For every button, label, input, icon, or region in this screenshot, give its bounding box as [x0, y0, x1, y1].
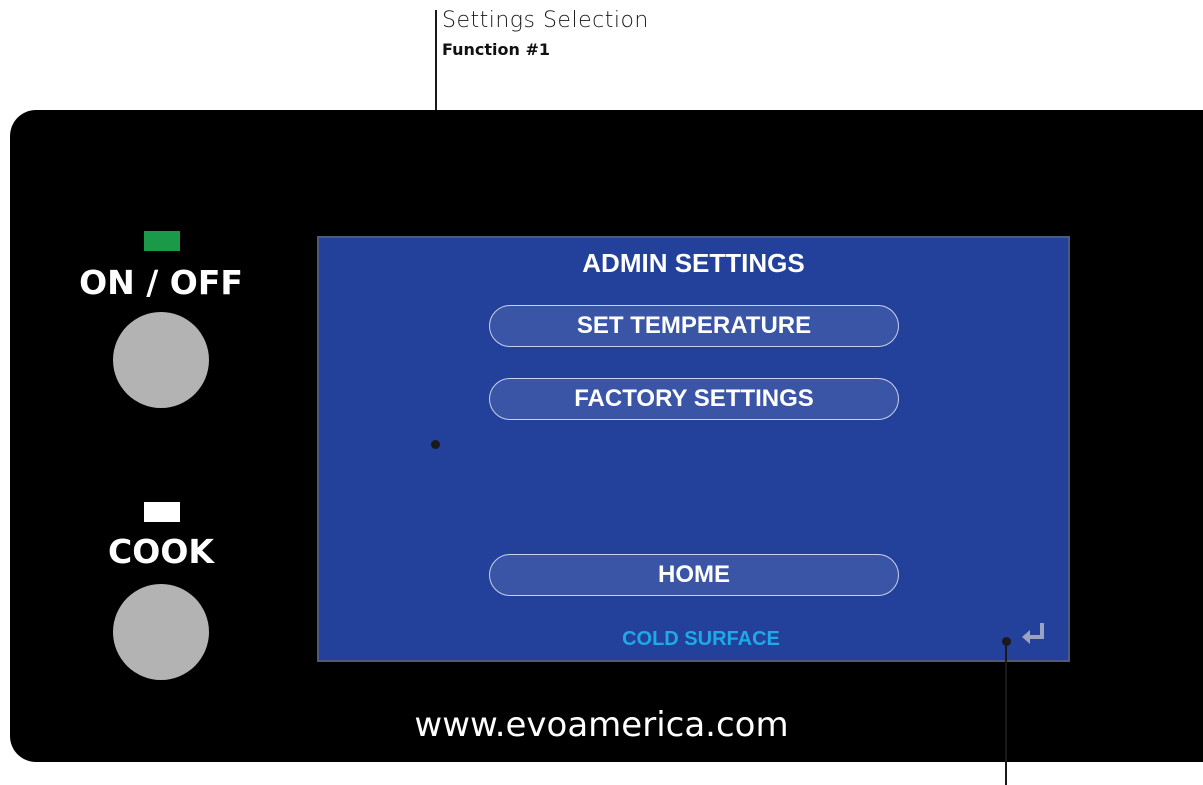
cook-button[interactable] [113, 584, 209, 680]
callout-title: Settings Selection [442, 8, 649, 33]
touchscreen-display: ADMIN SETTINGS SET TEMPERATURE FACTORY S… [317, 236, 1070, 662]
website-url: www.evoamerica.com [414, 705, 789, 745]
home-button[interactable]: HOME [489, 554, 899, 596]
cook-label: COOK [108, 532, 214, 571]
callout-subtitle: Function #1 [442, 40, 551, 59]
power-button[interactable] [113, 312, 209, 408]
cook-indicator-led [144, 502, 180, 522]
power-label: ON / OFF [79, 263, 243, 302]
factory-settings-button[interactable]: FACTORY SETTINGS [489, 378, 899, 420]
power-indicator-led [144, 231, 180, 251]
screen-title: ADMIN SETTINGS [582, 248, 805, 278]
set-temperature-button[interactable]: SET TEMPERATURE [489, 305, 899, 347]
return-arrow-icon[interactable] [1019, 620, 1049, 650]
surface-status: COLD SURFACE [622, 628, 780, 650]
callout-dot [431, 440, 440, 449]
return-callout-line [1005, 641, 1007, 785]
